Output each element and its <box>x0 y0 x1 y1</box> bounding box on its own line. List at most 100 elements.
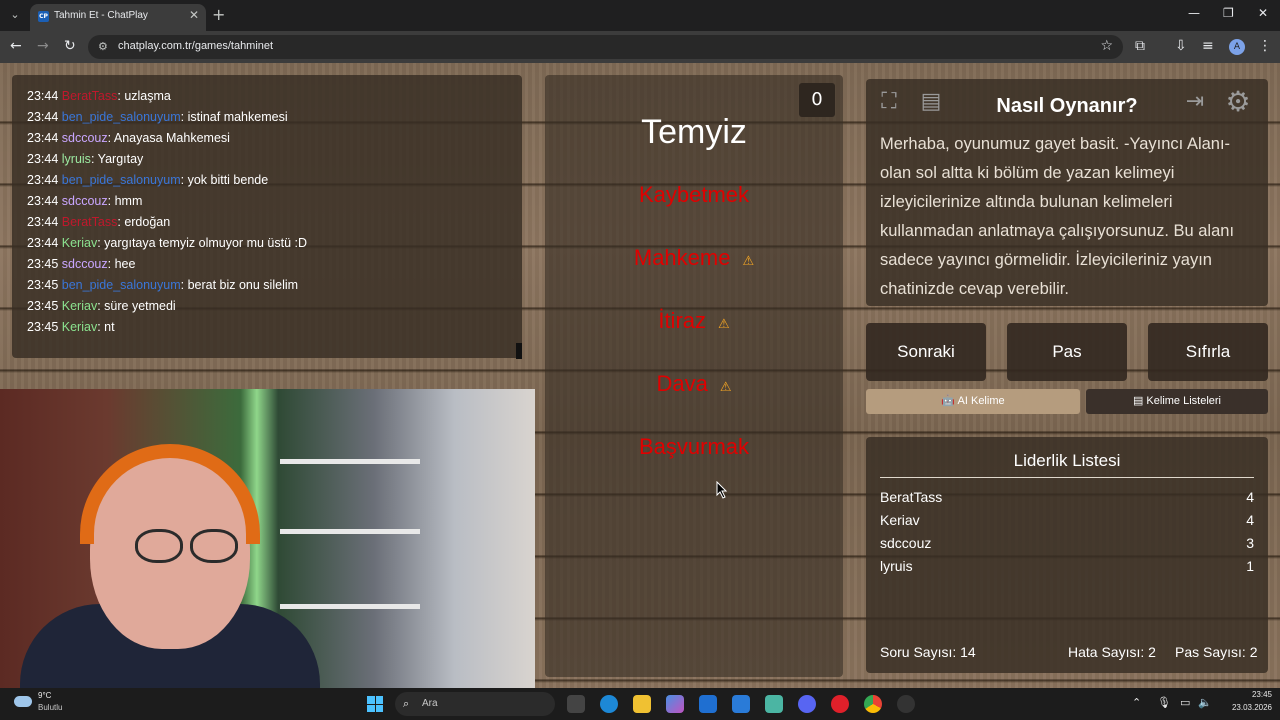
robot-icon: 🤖 <box>941 395 958 407</box>
volume-icon[interactable]: 🔈 <box>1198 696 1212 709</box>
chat-time: 23:45 <box>27 278 59 292</box>
bookmark-star-icon[interactable]: ☆ <box>1100 38 1113 54</box>
chat-message: 23:45 Keriav: nt <box>27 320 115 334</box>
reset-button[interactable]: Sıfırla <box>1148 323 1268 381</box>
site-info-icon[interactable]: ⚙ <box>98 40 108 53</box>
chat-panel: 23:44 BeratTass: uzlaşma 23:44 ben_pide_s… <box>12 75 522 358</box>
player-name: lyruis <box>880 558 913 574</box>
weather-temperature[interactable]: 9°C <box>38 691 51 700</box>
browser-tab[interactable]: CP Tahmin Et - ChatPlay ✕ <box>30 4 206 31</box>
store-icon[interactable] <box>699 695 717 713</box>
new-tab-icon[interactable]: + <box>212 5 225 24</box>
player-score: 4 <box>1246 489 1254 505</box>
word-lists-label: Kelime Listeleri <box>1146 395 1222 407</box>
minimize-icon[interactable]: — <box>1188 6 1200 20</box>
pass-button[interactable]: Pas <box>1007 323 1127 381</box>
taboo-word: Başvurmak <box>545 434 843 460</box>
chat-username[interactable]: Keriav <box>62 236 97 250</box>
leaderboard-row: Keriav 4 <box>880 512 1254 528</box>
file-explorer-icon[interactable] <box>633 695 651 713</box>
weather-condition[interactable]: Bulutlu <box>38 703 62 712</box>
opera-icon[interactable] <box>831 695 849 713</box>
ai-word-label: AI Kelime <box>957 395 1005 407</box>
obs-icon[interactable] <box>897 695 915 713</box>
ai-word-button[interactable]: 🤖 AI Kelime <box>866 389 1080 414</box>
exit-icon[interactable]: ⇥ <box>1178 85 1212 119</box>
download-icon[interactable]: ⇩ <box>1175 38 1187 54</box>
chat-message: 23:45 sdccouz: hee <box>27 257 136 271</box>
photos-icon[interactable] <box>765 695 783 713</box>
chat-username[interactable]: lyruis <box>62 152 91 166</box>
tab-close-icon[interactable]: ✕ <box>189 8 199 22</box>
shelf <box>280 459 420 464</box>
clock-date[interactable]: 23.03.2026 <box>1222 703 1272 712</box>
back-icon[interactable]: ← <box>10 38 22 54</box>
chat-username[interactable]: ben_pide_salonuyum <box>62 110 181 124</box>
taboo-word-text: Dava <box>656 371 708 396</box>
round-counter: 0 <box>799 83 835 117</box>
tray-chevron-icon[interactable]: ⌃ <box>1132 696 1141 709</box>
settings-gear-icon[interactable]: ⚙ <box>1221 85 1255 119</box>
menu-icon[interactable]: ⋮ <box>1258 38 1272 54</box>
clock-time[interactable]: 23:45 <box>1222 690 1272 699</box>
reload-icon[interactable]: ↻ <box>64 38 76 54</box>
word-lists-button[interactable]: ▤ Kelime Listeleri <box>1086 389 1268 414</box>
chat-time: 23:44 <box>27 131 59 145</box>
edge-icon[interactable] <box>600 695 618 713</box>
glasses-right <box>190 529 238 563</box>
chat-time: 23:44 <box>27 215 59 229</box>
error-count: Hata Sayısı: 2 <box>1068 644 1156 660</box>
outlook-icon[interactable] <box>732 695 750 713</box>
maximize-icon[interactable]: ❐ <box>1223 6 1234 20</box>
question-count: Soru Sayısı: 14 <box>880 644 976 660</box>
extensions-icon[interactable]: ⧉ <box>1135 38 1145 54</box>
tab-search-icon[interactable]: ⌄ <box>6 6 24 24</box>
chat-message: 23:44 Keriav: yargıtaya temyiz olmuyor m… <box>27 236 308 250</box>
taboo-word: Kaybetmek <box>545 182 843 208</box>
chat-username[interactable]: ben_pide_salonuyum <box>62 173 181 187</box>
microphone-icon[interactable]: 🎙 <box>1157 696 1171 709</box>
chat-text: uzlaşma <box>124 89 171 103</box>
chat-text: hmm <box>114 194 143 208</box>
headphones <box>80 444 260 544</box>
taboo-word-text: Kaybetmek <box>638 182 750 207</box>
chat-time: 23:45 <box>27 257 59 271</box>
media-icon[interactable]: ≡ <box>1202 38 1214 54</box>
glasses-left <box>135 529 183 563</box>
chat-username[interactable]: sdccouz <box>62 131 108 145</box>
word-card-panel: 0 Temyiz Kaybetmek Mahkeme ⚠ İtiraz ⚠ Dava ⚠ Ba… <box>545 75 843 677</box>
next-button[interactable]: Sonraki <box>866 323 986 381</box>
window-close-icon[interactable]: ✕ <box>1258 6 1268 20</box>
forward-icon[interactable]: → <box>37 38 49 54</box>
chat-message: 23:44 BeratTass: uzlaşma <box>27 89 171 103</box>
url-text[interactable]: chatplay.com.tr/games/tahminet <box>118 40 273 52</box>
network-icon[interactable]: ▭ <box>1180 696 1190 709</box>
player-score: 3 <box>1246 535 1254 551</box>
how-to-play-panel: ⛶ ▤ Nasıl Oynanır? ⇥ ⚙ Merhaba, oyunumuz… <box>866 79 1268 306</box>
chat-username[interactable]: ben_pide_salonuyum <box>62 278 181 292</box>
taboo-word-text: İtiraz <box>658 308 707 333</box>
profile-avatar[interactable]: A <box>1229 39 1245 55</box>
game-viewport: 23:44 BeratTass: uzlaşma 23:44 ben_pide_s… <box>0 63 1280 688</box>
chat-username[interactable]: Keriav <box>62 320 97 334</box>
task-view-icon[interactable] <box>567 695 585 713</box>
discord-icon[interactable] <box>798 695 816 713</box>
chat-username[interactable]: Keriav <box>62 299 97 313</box>
chat-username[interactable]: BeratTass <box>62 89 118 103</box>
cloud-icon[interactable] <box>14 696 32 707</box>
list-icon: ▤ <box>1132 395 1147 407</box>
chat-username[interactable]: sdccouz <box>62 194 108 208</box>
windows-start-icon[interactable] <box>367 696 383 712</box>
taskbar-search[interactable]: ⌕ Ara <box>395 692 555 716</box>
tab-title: Tahmin Et - ChatPlay <box>54 10 148 21</box>
address-bar[interactable]: ⚙ chatplay.com.tr/games/tahminet ☆ <box>88 35 1123 59</box>
chat-message: 23:44 sdccouz: hmm <box>27 194 143 208</box>
chat-username[interactable]: sdccouz <box>62 257 108 271</box>
player-score: 4 <box>1246 512 1254 528</box>
warning-icon: ⚠ <box>718 316 730 331</box>
copilot-icon[interactable] <box>666 695 684 713</box>
chrome-icon[interactable] <box>864 695 882 713</box>
chat-scrollbar[interactable] <box>516 343 522 359</box>
chat-message: 23:45 ben_pide_salonuyum: berat biz onu … <box>27 278 299 292</box>
chat-username[interactable]: BeratTass <box>62 215 118 229</box>
